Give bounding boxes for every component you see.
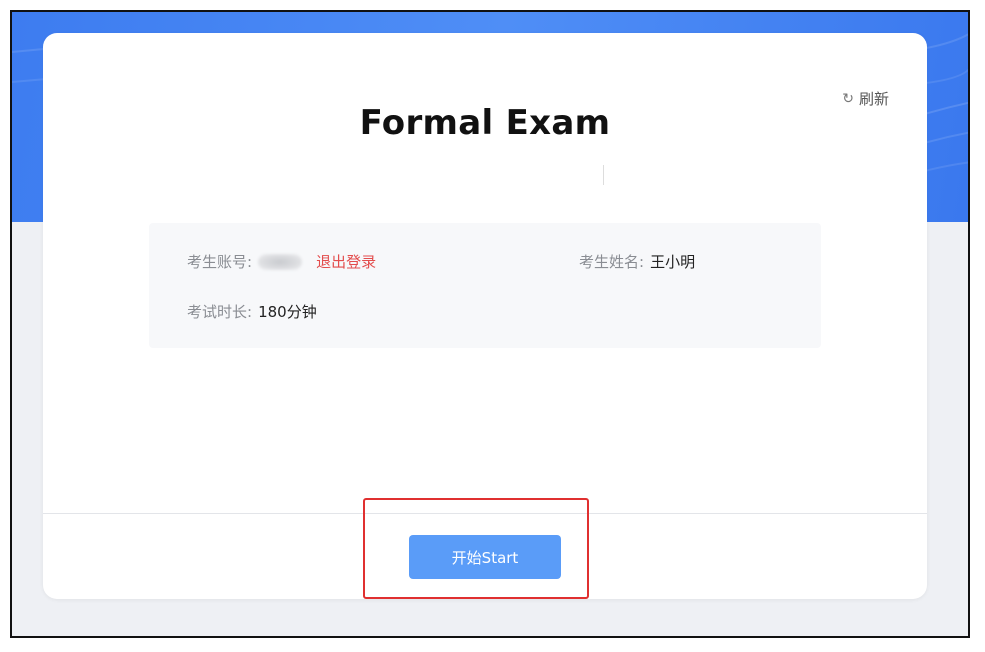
- name-row: 考生姓名: 王小明: [579, 251, 695, 272]
- duration-label: 考试时长:: [187, 303, 253, 321]
- account-label: 考生账号:: [187, 253, 253, 271]
- account-value-masked: [258, 253, 303, 270]
- start-button[interactable]: 开始Start: [409, 535, 561, 579]
- duration-row: 考试时长: 180分钟: [187, 301, 317, 322]
- text-cursor-line: [603, 165, 604, 185]
- candidate-info-panel: 考生账号: 退出登录 考生姓名: 王小明 考试时长: 180分钟: [149, 223, 821, 348]
- exam-card: ↻ 刷新 Formal Exam 考生账号: 退出登录 考生姓名: 王小明 考试…: [43, 33, 927, 599]
- screenshot-frame: ↻ 刷新 Formal Exam 考生账号: 退出登录 考生姓名: 王小明 考试…: [10, 10, 970, 638]
- footer-divider: [43, 513, 927, 514]
- name-label: 考生姓名:: [579, 253, 645, 271]
- name-value: 王小明: [650, 253, 696, 271]
- logout-link[interactable]: 退出登录: [316, 251, 376, 272]
- duration-value: 180分钟: [258, 303, 317, 321]
- account-row: 考生账号: 退出登录: [187, 251, 376, 272]
- page-title: Formal Exam: [359, 103, 611, 143]
